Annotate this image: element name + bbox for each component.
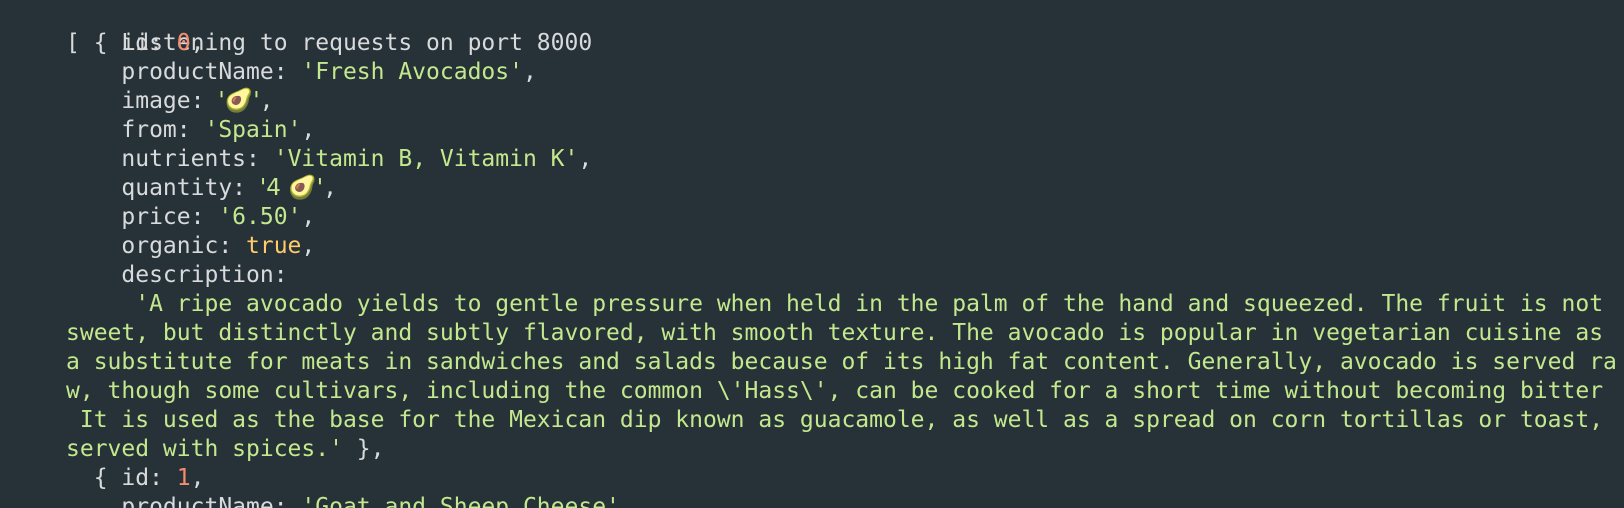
product-0-id-line: [ { id: 0,: [66, 29, 205, 58]
product-0-open: [ { id:: [66, 30, 177, 56]
comma: ,: [578, 146, 593, 172]
product-0-name-line: productName: 'Fresh Avocados',: [66, 58, 537, 87]
quantity-value: '4 🥑': [259, 175, 324, 201]
organic-value: true: [246, 233, 302, 259]
product-name-value: 'Fresh Avocados': [301, 59, 523, 85]
status-line: Listening to requests on port 8000: [66, 0, 592, 56]
price-key: price:: [66, 204, 219, 230]
product-name-key: productName:: [66, 494, 302, 508]
description-line: 'A ripe avocado yields to gentle pressur…: [66, 291, 1604, 317]
product-0-image-line: image: '🥑',: [66, 87, 273, 116]
product-0-price-line: price: '6.50',: [66, 203, 315, 232]
comma: ,: [323, 175, 337, 201]
price-value: '6.50': [218, 204, 302, 230]
product-name-key: productName:: [66, 59, 302, 85]
comma: ,: [619, 494, 634, 508]
nutrients-key: nutrients:: [66, 146, 274, 172]
description-line: w, though some cultivars, including the …: [66, 378, 1604, 404]
product-0-close: },: [342, 436, 385, 462]
comma: ,: [190, 30, 205, 56]
comma: ,: [301, 117, 316, 143]
terminal-output: Listening to requests on port 8000 [ { i…: [0, 0, 1624, 508]
product-0-quantity-line: quantity: '4 🥑',: [66, 174, 337, 203]
product-1-id-line: { id: 1,: [66, 464, 205, 493]
description-key: description:: [66, 262, 288, 288]
product-0-nutrients-line: nutrients: 'Vitamin B, Vitamin K',: [66, 145, 592, 174]
from-key: from:: [66, 117, 205, 143]
product-1-id: 1: [176, 465, 191, 491]
product-0-organic-line: organic: true,: [66, 232, 315, 261]
image-key: image:: [66, 88, 219, 114]
product-1-open: { id:: [66, 465, 177, 491]
description-line: sweet, but distinctly and subtly flavore…: [66, 320, 1604, 346]
quantity-key: quantity:: [66, 175, 260, 201]
comma: ,: [522, 59, 537, 85]
comma: ,: [301, 233, 316, 259]
nutrients-value: 'Vitamin B, Vitamin K': [273, 146, 579, 172]
product-1-name-line: productName: 'Goat and Sheep Cheese',: [66, 493, 634, 508]
description-last-line: served with spices.' },: [66, 435, 385, 464]
product-0-id: 0: [176, 30, 191, 56]
avocado-icon: '🥑': [218, 88, 260, 114]
description-line: It is used as the base for the Mexican d…: [66, 407, 1604, 433]
product-name-value: 'Goat and Sheep Cheese': [301, 494, 620, 508]
product-0-from-line: from: 'Spain',: [66, 116, 315, 145]
comma: ,: [190, 465, 205, 491]
description-line: a substitute for meats in sandwiches and…: [66, 349, 1617, 375]
product-0-description-key-line: description:: [66, 261, 288, 290]
organic-key: organic:: [66, 233, 247, 259]
from-value: 'Spain': [204, 117, 302, 143]
description-end: served with spices.': [66, 436, 343, 462]
comma: ,: [259, 88, 274, 114]
comma: ,: [301, 204, 316, 230]
